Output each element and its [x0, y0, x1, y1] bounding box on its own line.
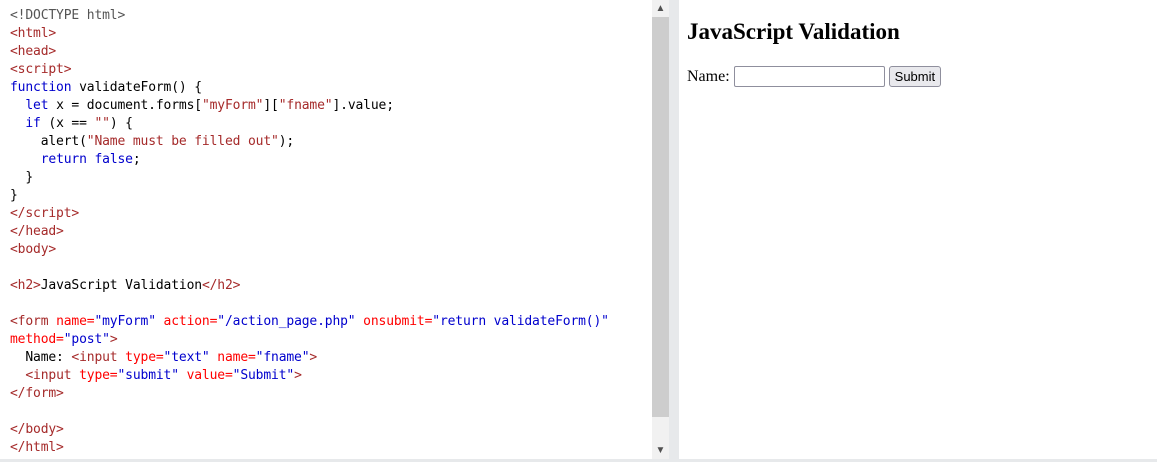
- code-line: <body>: [10, 241, 609, 259]
- code-token: </html>: [10, 440, 64, 455]
- code-token: ;: [132, 152, 141, 167]
- code-editor[interactable]: <!DOCTYPE html> <html> <head> <script> funct…: [0, 0, 652, 459]
- code-token: ].value;: [332, 98, 394, 113]
- code-line: }: [10, 169, 609, 187]
- code-token: >: [294, 368, 302, 383]
- code-token: >: [309, 350, 318, 365]
- code-token: type=: [71, 368, 118, 383]
- code-line: </body>: [10, 421, 609, 439]
- code-line: Name: <input type="text" name="fname">: [10, 349, 609, 367]
- submit-button[interactable]: Submit: [888, 66, 942, 87]
- code-token: Name:: [10, 350, 72, 365]
- code-token: "": [94, 116, 110, 131]
- code-token: "fname": [278, 98, 333, 113]
- code-token: if: [25, 116, 41, 131]
- code-token: <input: [25, 368, 72, 383]
- code-token: }: [10, 170, 34, 185]
- code-line: </html>: [10, 439, 609, 457]
- code-line: </form>: [10, 385, 609, 403]
- code-token: method=: [10, 332, 64, 347]
- code-token: "/action_page.php": [217, 314, 356, 329]
- code-token: >: [109, 332, 118, 347]
- code-token: alert(: [10, 134, 87, 149]
- code-line: <form name="myForm" action="/action_page…: [10, 313, 609, 331]
- code-token: "return validateForm()": [432, 314, 609, 329]
- code-line: }: [10, 187, 609, 205]
- code-token: "myForm": [201, 98, 264, 113]
- code-token: </script>: [10, 206, 80, 221]
- code-token: x = document.forms[: [48, 98, 202, 113]
- code-line: <html>: [10, 25, 609, 43]
- editor-scrollbar[interactable]: ▲ ▼: [652, 0, 669, 459]
- code-token: let: [25, 98, 49, 113]
- code-line: <input type="submit" value="Submit">: [10, 367, 609, 385]
- code-token: ) {: [109, 116, 133, 131]
- code-line: </script>: [10, 205, 609, 223]
- code-token: <h2>: [10, 278, 41, 293]
- code-token: );: [278, 134, 295, 149]
- code-token: value=: [178, 368, 233, 383]
- validation-form: Name: Submit: [687, 66, 942, 87]
- code-token: <!DOCTYPE html>: [10, 8, 126, 23]
- code-token: function: [10, 80, 72, 95]
- page-heading: JavaScript Validation: [687, 19, 900, 44]
- code-line: <head>: [10, 43, 609, 61]
- code-line: <h2>JavaScript Validation</h2>: [10, 277, 609, 295]
- code-line: method="post">: [10, 331, 609, 349]
- code-content[interactable]: <!DOCTYPE html> <html> <head> <script> funct…: [10, 7, 609, 457]
- result-panel: JavaScript Validation Name: Submit: [679, 0, 1157, 459]
- code-token: (x ==: [40, 116, 95, 131]
- code-token: }: [10, 188, 18, 203]
- code-token: "text": [163, 350, 210, 365]
- code-line: <!DOCTYPE html>: [10, 7, 609, 25]
- name-input[interactable]: [733, 66, 885, 87]
- code-token: JavaScript Validation: [40, 278, 202, 293]
- code-token: "fname": [255, 350, 310, 365]
- name-label: Name:: [687, 67, 730, 85]
- code-token: ][: [263, 98, 279, 113]
- code-token: </head>: [10, 224, 64, 239]
- code-line: <script>: [10, 61, 609, 79]
- code-token: type=: [117, 350, 164, 365]
- code-line: let x = document.forms["myForm"]["fname"…: [10, 97, 609, 115]
- chevron-down-icon[interactable]: ▼: [652, 442, 669, 459]
- code-token: action=: [155, 314, 218, 329]
- code-token: <body>: [10, 242, 57, 257]
- code-token: </form>: [10, 386, 64, 401]
- scrollbar-thumb[interactable]: [652, 17, 669, 417]
- code-line: return false;: [10, 151, 609, 169]
- code-token: <form: [10, 314, 49, 329]
- code-token: </h2>: [201, 278, 241, 293]
- code-token: "Submit": [232, 368, 295, 383]
- code-token: <head>: [10, 44, 57, 59]
- code-token: name=: [48, 314, 95, 329]
- code-line: alert("Name must be filled out");: [10, 133, 609, 151]
- code-token: "submit": [117, 368, 179, 383]
- chevron-up-icon[interactable]: ▲: [652, 0, 669, 17]
- code-token: onsubmit=: [355, 314, 433, 329]
- code-line: if (x == "") {: [10, 115, 609, 133]
- code-token: validateForm() {: [71, 80, 202, 95]
- code-token: <script>: [10, 62, 72, 77]
- code-token: <html>: [10, 26, 57, 41]
- code-token: "post": [63, 332, 110, 347]
- code-token: </body>: [10, 422, 64, 437]
- code-token: <input: [71, 350, 118, 365]
- code-token: name=: [209, 350, 256, 365]
- code-line: </head>: [10, 223, 609, 241]
- code-line: function validateForm() {: [10, 79, 609, 97]
- code-token: false: [94, 152, 133, 167]
- code-token: return: [40, 152, 87, 167]
- code-token: "Name must be filled out": [86, 134, 279, 149]
- code-token: "myForm": [94, 314, 156, 329]
